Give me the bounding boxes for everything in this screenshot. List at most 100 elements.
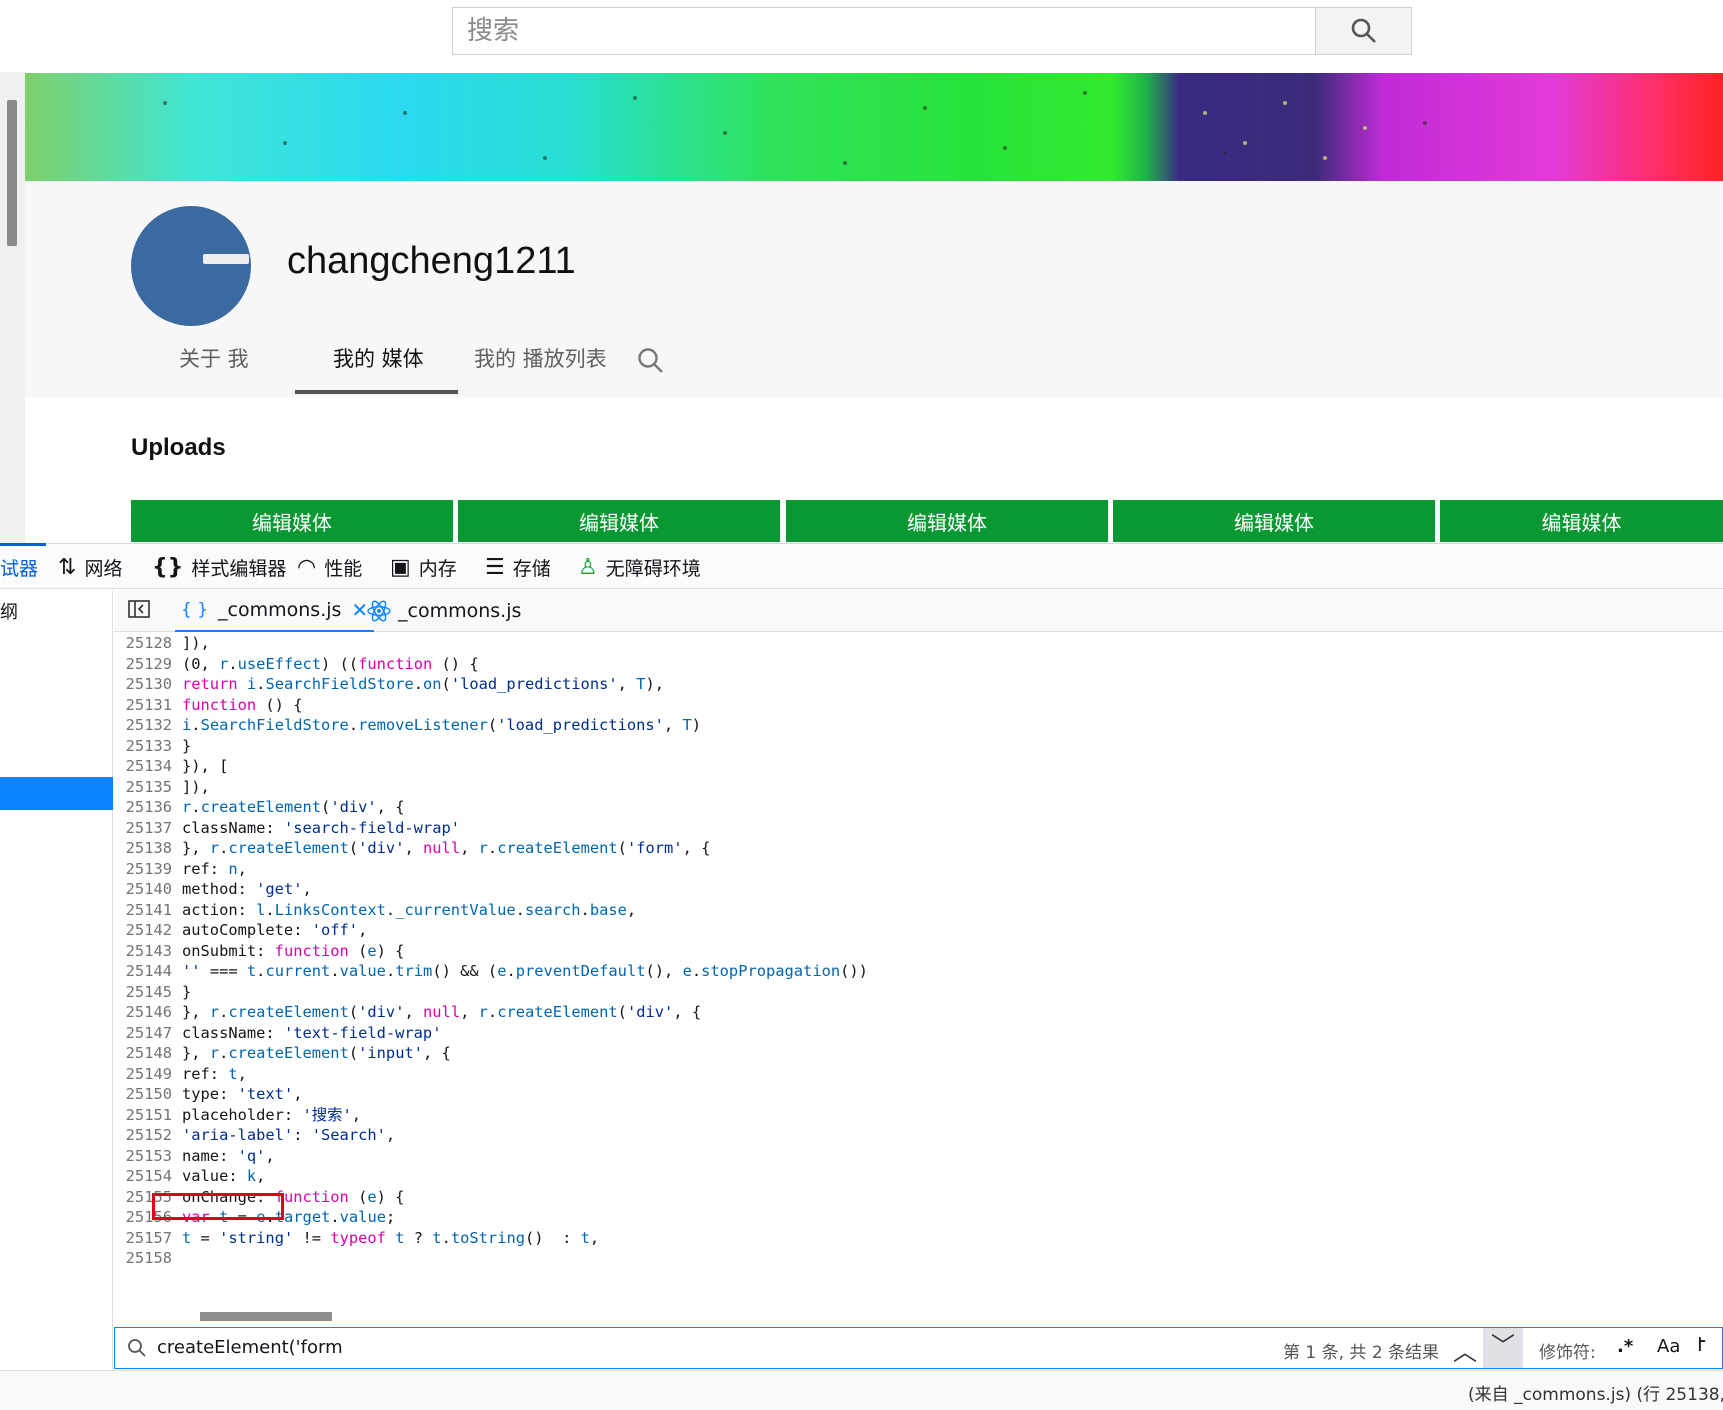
code-line[interactable]: 25148}, r.createElement('input', { (114, 1042, 1723, 1064)
tab-my-media[interactable]: 我的 媒体 (333, 343, 424, 373)
line-number[interactable]: 25128 (114, 632, 172, 654)
tab-style-editor[interactable]: {} 样式编辑器 (152, 544, 286, 590)
code-editor[interactable]: 25128]), 25129 (0, r.useEffect) ((function… (114, 632, 1723, 1306)
line-number[interactable]: 25138 (114, 837, 172, 859)
code-line[interactable]: 25128]), (114, 632, 1723, 654)
code-line[interactable]: 25143 onSubmit: function (e) { (114, 940, 1723, 962)
code-line[interactable]: 25129 (0, r.useEffect) ((function () { (114, 653, 1723, 675)
code-text: ]), (182, 634, 210, 652)
chevron-up-icon[interactable]: ︿ (1453, 1332, 1477, 1367)
line-number[interactable]: 25158 (114, 1247, 172, 1269)
line-number[interactable]: 25148 (114, 1042, 172, 1064)
sidebar-toggle-button[interactable] (128, 599, 150, 623)
modifiers-label: 修饰符: (1539, 1343, 1596, 1363)
edit-media-button[interactable]: 编辑媒体 (1113, 500, 1435, 542)
code-line[interactable]: 25147 className: 'text-field-wrap' (114, 1022, 1723, 1044)
outline-tab[interactable]: 纲 (0, 598, 18, 624)
file-tab-commons-pretty[interactable]: { } _commons.js ✕ (175, 590, 375, 632)
line-number[interactable]: 25153 (114, 1145, 172, 1167)
code-line[interactable]: 25136 r.createElement('div', { (114, 796, 1723, 818)
code-line[interactable]: 25133} (114, 735, 1723, 757)
edit-media-button[interactable]: 编辑媒体 (1440, 500, 1723, 542)
line-number[interactable]: 25157 (114, 1227, 172, 1249)
code-line[interactable]: 25158 (114, 1247, 1723, 1269)
line-number[interactable]: 25141 (114, 899, 172, 921)
tab-about[interactable]: 关于 我 (179, 343, 249, 373)
line-number[interactable]: 25142 (114, 919, 172, 941)
code-line[interactable]: 25137 className: 'search-field-wrap' (114, 817, 1723, 839)
chevron-down-icon[interactable]: ﹀ (1483, 1328, 1523, 1368)
line-number[interactable]: 25139 (114, 858, 172, 880)
line-number[interactable]: 25152 (114, 1124, 172, 1146)
avatar[interactable] (131, 206, 251, 326)
scrollbar-thumb[interactable] (200, 1312, 332, 1321)
line-number[interactable]: 25144 (114, 960, 172, 982)
code-line[interactable]: 25153 name: 'q', (114, 1145, 1723, 1167)
whole-word-icon[interactable]: ꜓ (1697, 1332, 1707, 1356)
tab-my-playlists[interactable]: 我的 播放列表 (474, 343, 607, 373)
edit-media-button[interactable]: 编辑媒体 (131, 500, 453, 542)
line-number[interactable]: 25150 (114, 1083, 172, 1105)
line-number[interactable]: 25133 (114, 735, 172, 757)
line-number[interactable]: 25135 (114, 776, 172, 798)
code-line[interactable]: 25131 function () { (114, 694, 1723, 716)
line-number[interactable]: 25143 (114, 940, 172, 962)
profile-search-button[interactable] (637, 347, 665, 379)
line-number[interactable]: 25134 (114, 755, 172, 777)
regex-toggle[interactable]: .* (1617, 1336, 1633, 1357)
code-line[interactable]: 25146}, r.createElement('div', null, r.c… (114, 1001, 1723, 1023)
code-text: 'aria-label': 'Search', (182, 1126, 396, 1144)
line-number[interactable]: 25130 (114, 673, 172, 695)
page-scrollbar[interactable] (0, 72, 25, 546)
tab-performance[interactable]: ◠ 性能 (297, 544, 362, 590)
scrollbar-thumb[interactable] (7, 100, 17, 246)
line-number[interactable]: 25151 (114, 1104, 172, 1126)
line-number[interactable]: 25146 (114, 1001, 172, 1023)
outline-selected-item[interactable] (0, 777, 113, 810)
code-line[interactable]: 25151 placeholder: '搜索', (114, 1104, 1723, 1126)
code-line[interactable]: 25144 '' === t.current.value.trim() && (e… (114, 960, 1723, 982)
code-line[interactable]: 25157 t = 'string' != typeof t ? t.toStri… (114, 1227, 1723, 1249)
file-tab-commons[interactable]: _commons.js (366, 590, 521, 632)
search-input[interactable] (453, 8, 1315, 54)
tab-memory[interactable]: ▣ 内存 (390, 544, 457, 590)
code-line[interactable]: 25155 onChange: function (e) { (114, 1186, 1723, 1208)
edit-media-button[interactable]: 编辑媒体 (458, 500, 780, 542)
tab-accessibility[interactable]: ♙ 无障碍环境 (578, 544, 701, 590)
line-number[interactable]: 25154 (114, 1165, 172, 1187)
line-number[interactable]: 25137 (114, 817, 172, 839)
code-line[interactable]: 25130 return i.SearchFieldStore.on('load_… (114, 673, 1723, 695)
code-line[interactable]: 25135]), (114, 776, 1723, 798)
horizontal-scrollbar[interactable] (114, 1306, 1723, 1326)
code-line[interactable]: 25150 type: 'text', (114, 1083, 1723, 1105)
code-line[interactable]: 25145} (114, 981, 1723, 1003)
edit-media-button[interactable]: 编辑媒体 (786, 500, 1108, 542)
search-button[interactable] (1315, 8, 1411, 54)
code-line[interactable]: 25149 ref: t, (114, 1063, 1723, 1085)
find-input[interactable]: createElement('form (157, 1337, 343, 1358)
line-number[interactable]: 25129 (114, 653, 172, 675)
code-line[interactable]: 25154 value: k, (114, 1165, 1723, 1187)
line-number[interactable]: 25131 (114, 694, 172, 716)
line-number[interactable]: 25145 (114, 981, 172, 1003)
code-line[interactable]: 25138}, r.createElement('div', null, r.c… (114, 837, 1723, 859)
line-number[interactable]: 25147 (114, 1022, 172, 1044)
code-line[interactable]: 25141 action: l.LinksContext._currentValu… (114, 899, 1723, 921)
tab-network[interactable]: ⇅ 网络 (58, 544, 122, 590)
code-line[interactable]: 25139 ref: n, (114, 858, 1723, 880)
code-line[interactable]: 25142 autoComplete: 'off', (114, 919, 1723, 941)
line-number[interactable]: 25132 (114, 714, 172, 736)
line-number[interactable]: 25140 (114, 878, 172, 900)
code-line[interactable]: 25134}), [ (114, 755, 1723, 777)
tab-debugger[interactable]: 试器 (0, 544, 38, 590)
line-number[interactable]: 25149 (114, 1063, 172, 1085)
line-number[interactable]: 25136 (114, 796, 172, 818)
tab-storage[interactable]: ☰ 存储 (485, 544, 551, 590)
code-line[interactable]: 25152 'aria-label': 'Search', (114, 1124, 1723, 1146)
code-line[interactable]: 25156 var t = e.target.value; (114, 1206, 1723, 1228)
code-text: '' === t.current.value.trim() && (e.prev… (182, 962, 868, 980)
code-line[interactable]: 25132 i.SearchFieldStore.removeListener('… (114, 714, 1723, 736)
code-line[interactable]: 25140 method: 'get', (114, 878, 1723, 900)
channel-banner (25, 73, 1723, 181)
case-sensitive-toggle[interactable]: Aa (1657, 1336, 1680, 1357)
